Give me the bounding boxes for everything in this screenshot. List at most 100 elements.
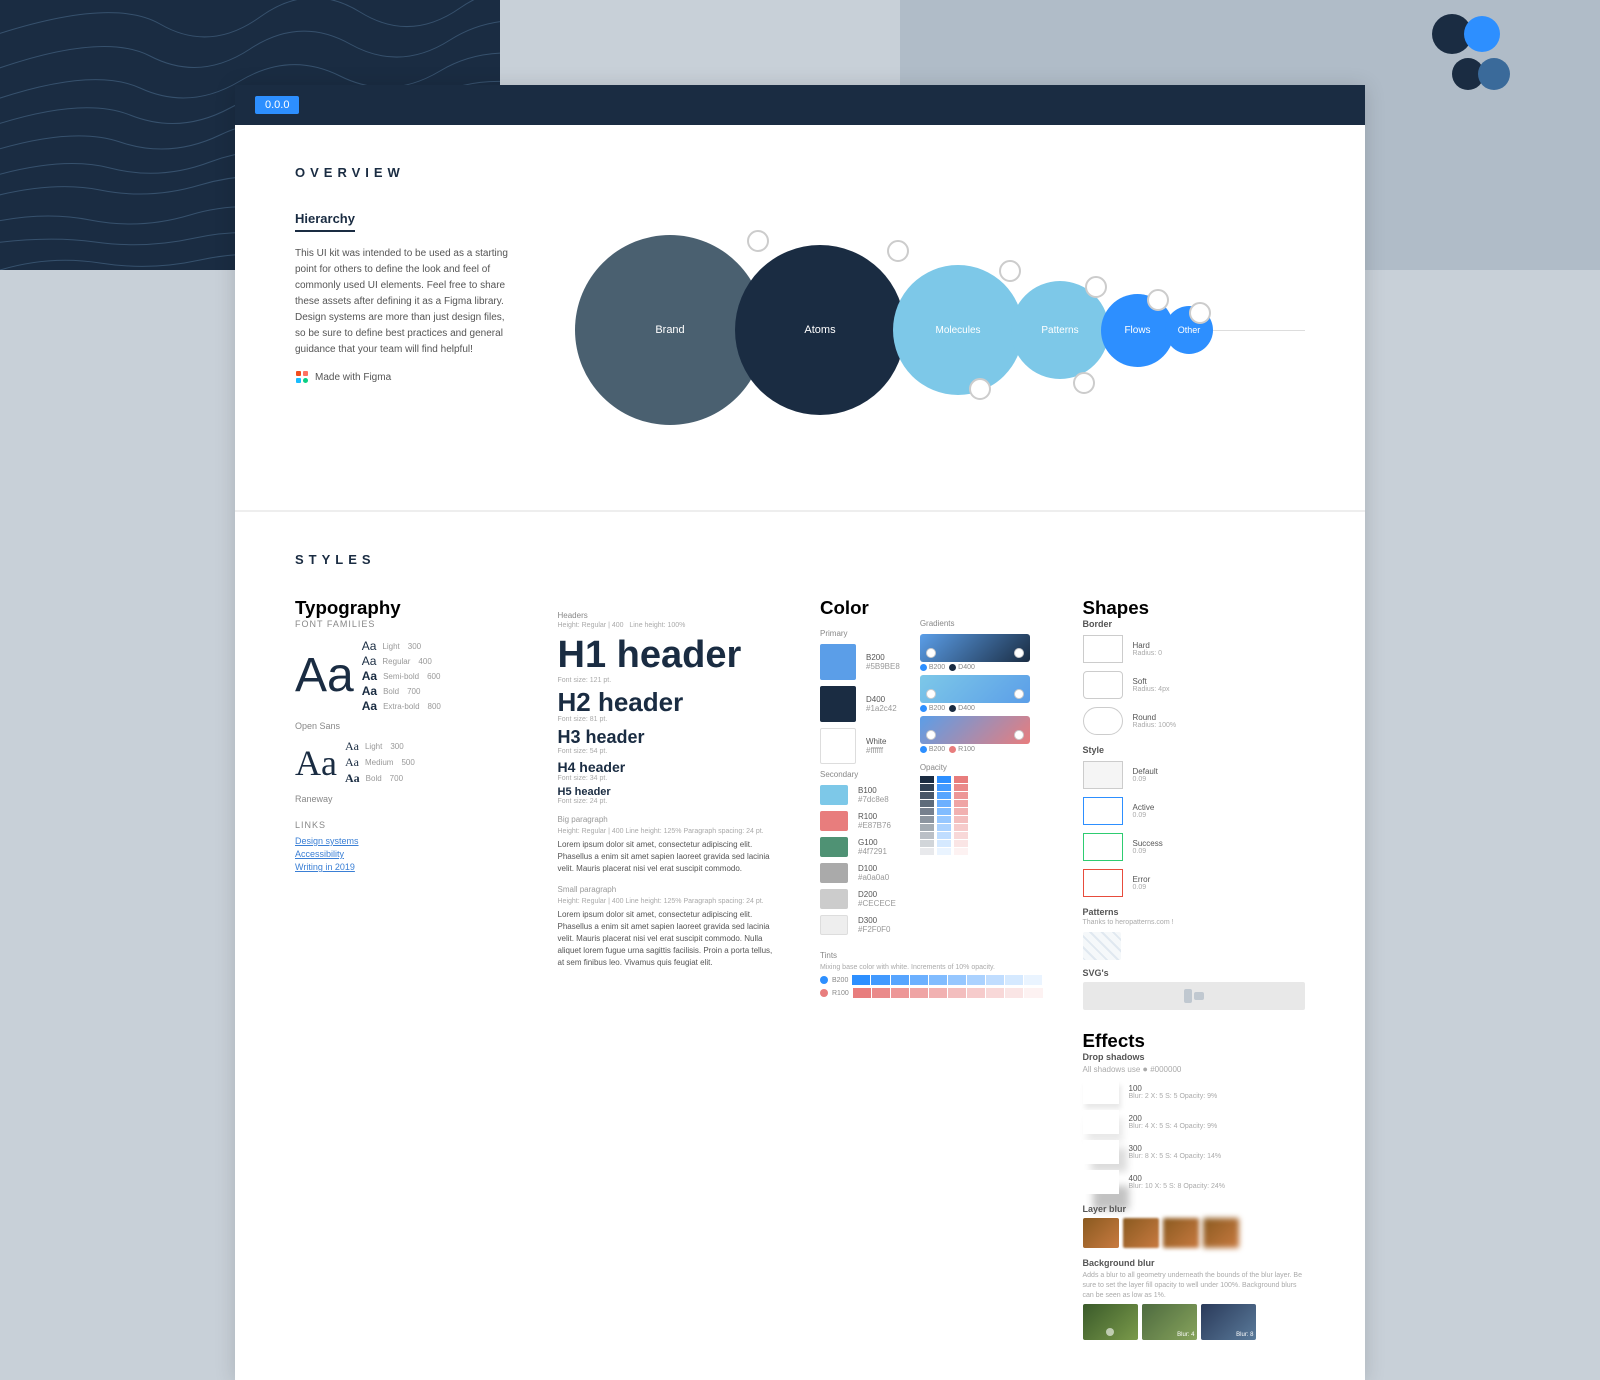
color-d200: D200#CECECE: [820, 889, 900, 909]
gradient-2: B200 D400: [920, 675, 1030, 712]
h2-text: H2 header: [558, 688, 781, 717]
blur-thumbs: [1083, 1218, 1306, 1248]
shadow-200-box: [1083, 1110, 1119, 1134]
open-sans-name: Open Sans: [295, 721, 518, 731]
color-col: Color Primary B200#5B9BE8: [820, 597, 1043, 1340]
open-sans-row: Aa AaLight300 AaRegular400 AaSemi-bold60…: [295, 639, 518, 713]
shape-round-box: [1083, 707, 1123, 735]
shadow-300: 300Blur: 8 X: 5 S: 4 Opacity: 14%: [1083, 1140, 1306, 1164]
color-b100: B100#7dc8e8: [820, 785, 900, 805]
bg-blur-thumbs: Blur: 4 Blur: 8: [1083, 1304, 1306, 1340]
h1-info: Font size: 121 pt.: [558, 677, 781, 684]
hierarchy-text: Hierarchy This UI kit was intended to be…: [295, 210, 515, 384]
hierarchy-area: Hierarchy This UI kit was intended to be…: [295, 210, 1305, 450]
bg-blur-desc: Adds a blur to all geometry underneath t…: [1083, 1271, 1306, 1300]
style-default: Default0.09: [1083, 761, 1306, 789]
top-bar: 0.0.0: [235, 85, 1365, 125]
style-success-box: [1083, 833, 1123, 861]
color-white: White#ffffff: [820, 728, 900, 764]
hierarchy-label: Hierarchy: [295, 211, 355, 232]
shadow-200: 200Blur: 4 X: 5 S: 4 Opacity: 9%: [1083, 1110, 1306, 1134]
links-label: Links: [295, 820, 518, 830]
shape-hard: HardRadius: 0: [1083, 635, 1306, 663]
raneway-preview: Aa: [295, 742, 337, 784]
styles-title: STYLES: [295, 552, 1305, 567]
h1-text: H1 header: [558, 635, 781, 677]
made-figma: Made with Figma: [295, 370, 515, 384]
styles-section: STYLES Typography Font families Aa AaLig…: [235, 511, 1365, 1380]
h5-text: H5 header: [558, 786, 781, 798]
h3-text: H3 header: [558, 727, 781, 748]
color-b200: B200#5B9BE8: [820, 644, 900, 680]
color-r100: R100#E87B76: [820, 811, 900, 831]
hierarchy-desc: This UI kit was intended to be used as a…: [295, 246, 515, 358]
shadow-400: 400Blur: 10 X: 5 S: 8 Opacity: 24%: [1083, 1170, 1306, 1194]
blur-thumb-4: [1203, 1218, 1239, 1248]
effects-area: Effects Drop shadows All shadows use ● #…: [1083, 1030, 1306, 1340]
primary-label: Primary: [820, 629, 900, 638]
shape-soft: SoftRadius: 4px: [1083, 671, 1306, 699]
patterns-label: Patterns: [1083, 907, 1306, 917]
svg-placeholder-icon: [1184, 989, 1204, 1003]
tints-area: Tints Mixing base color with white. Incr…: [820, 951, 1043, 998]
made-figma-text: Made with Figma: [315, 372, 391, 383]
color-heading: Color: [820, 597, 1043, 619]
circle-molecules: Molecules: [893, 265, 1023, 395]
gradient-3: B200 R100: [920, 716, 1030, 753]
gradient-opacity-col: Gradients B200 D400: [920, 619, 1030, 941]
links-section: Links Design systems Accessibility Writi…: [295, 820, 518, 872]
svgs-area: SVG's: [1083, 968, 1306, 1010]
tint-b200-row: B200: [820, 975, 1043, 985]
shadows-desc: All shadows use ● #000000: [1083, 1064, 1306, 1074]
swatch-d300: [820, 915, 848, 935]
svgs-label: SVG's: [1083, 968, 1306, 978]
style-label: Style: [1083, 745, 1306, 755]
color-primary-gradient: Primary B200#5B9BE8 D400#1a2c42: [820, 619, 1043, 941]
h5-info: Font size: 24 pt.: [558, 798, 781, 805]
opacity-label: Opacity: [920, 763, 1030, 772]
tints-desc: Mixing base color with white. Increments…: [820, 964, 1043, 971]
h2-info: Font size: 81 pt.: [558, 716, 781, 723]
swatch-d100: [820, 863, 848, 883]
shadow-100-box: [1083, 1080, 1119, 1104]
border-label: Border: [1083, 619, 1306, 629]
body-text: Lorem ipsum dolor sit amet, consectetur …: [558, 839, 781, 875]
typography-heading: Typography: [295, 597, 518, 619]
patterns-samples: [1083, 932, 1306, 960]
swatch-d200: [820, 889, 848, 909]
layer-blur-label: Layer blur: [1083, 1204, 1306, 1214]
tint-r100-row: R100: [820, 988, 1043, 998]
link-writing[interactable]: Writing in 2019: [295, 862, 518, 872]
raneway-weights: AaLight300 AaMedium500 AaBold700: [345, 739, 415, 786]
shape-hard-box: [1083, 635, 1123, 663]
blur-scene-3: Blur: 8: [1201, 1304, 1256, 1340]
link-design-systems[interactable]: Design systems: [295, 836, 518, 846]
primary-colors: Primary B200#5B9BE8 D400#1a2c42: [820, 619, 900, 941]
shape-soft-box: [1083, 671, 1123, 699]
swatch-g100: [820, 837, 848, 857]
color-g100: G100#4f7291: [820, 837, 900, 857]
h4-text: H4 header: [558, 759, 781, 775]
blur-thumb-2: [1123, 1218, 1159, 1248]
opacity-blue: [937, 776, 951, 855]
color-swatch-white: [820, 728, 856, 764]
patterns-sub: Thanks to heropatterns.com !: [1083, 919, 1306, 926]
gradients-label: Gradients: [920, 619, 1030, 628]
headers-col: Headers Height: Regular | 400 Line heigh…: [558, 597, 781, 1340]
shadow-100: 100Blur: 2 X: 5 S: 5 Opacity: 9%: [1083, 1080, 1306, 1104]
style-error: Error0.09: [1083, 869, 1306, 897]
opacity-bars: [920, 776, 1030, 855]
link-accessibility[interactable]: Accessibility: [295, 849, 518, 859]
tints-label: Tints: [820, 951, 1043, 960]
blur-thumb-3: [1163, 1218, 1199, 1248]
blur-scene-1: [1083, 1304, 1138, 1340]
shadow-300-box: [1083, 1140, 1119, 1164]
h4-info: Font size: 34 pt.: [558, 775, 781, 782]
small-body-text: Lorem ipsum dolor sit amet, consectetur …: [558, 909, 781, 969]
bg-blur-label: Background blur: [1083, 1258, 1306, 1268]
version-badge: 0.0.0: [255, 96, 299, 114]
secondary-label: Secondary: [820, 770, 900, 779]
style-default-box: [1083, 761, 1123, 789]
overview-section: OVERVIEW Hierarchy This UI kit was inten…: [235, 125, 1365, 510]
font-families-label: Font families: [295, 619, 518, 629]
